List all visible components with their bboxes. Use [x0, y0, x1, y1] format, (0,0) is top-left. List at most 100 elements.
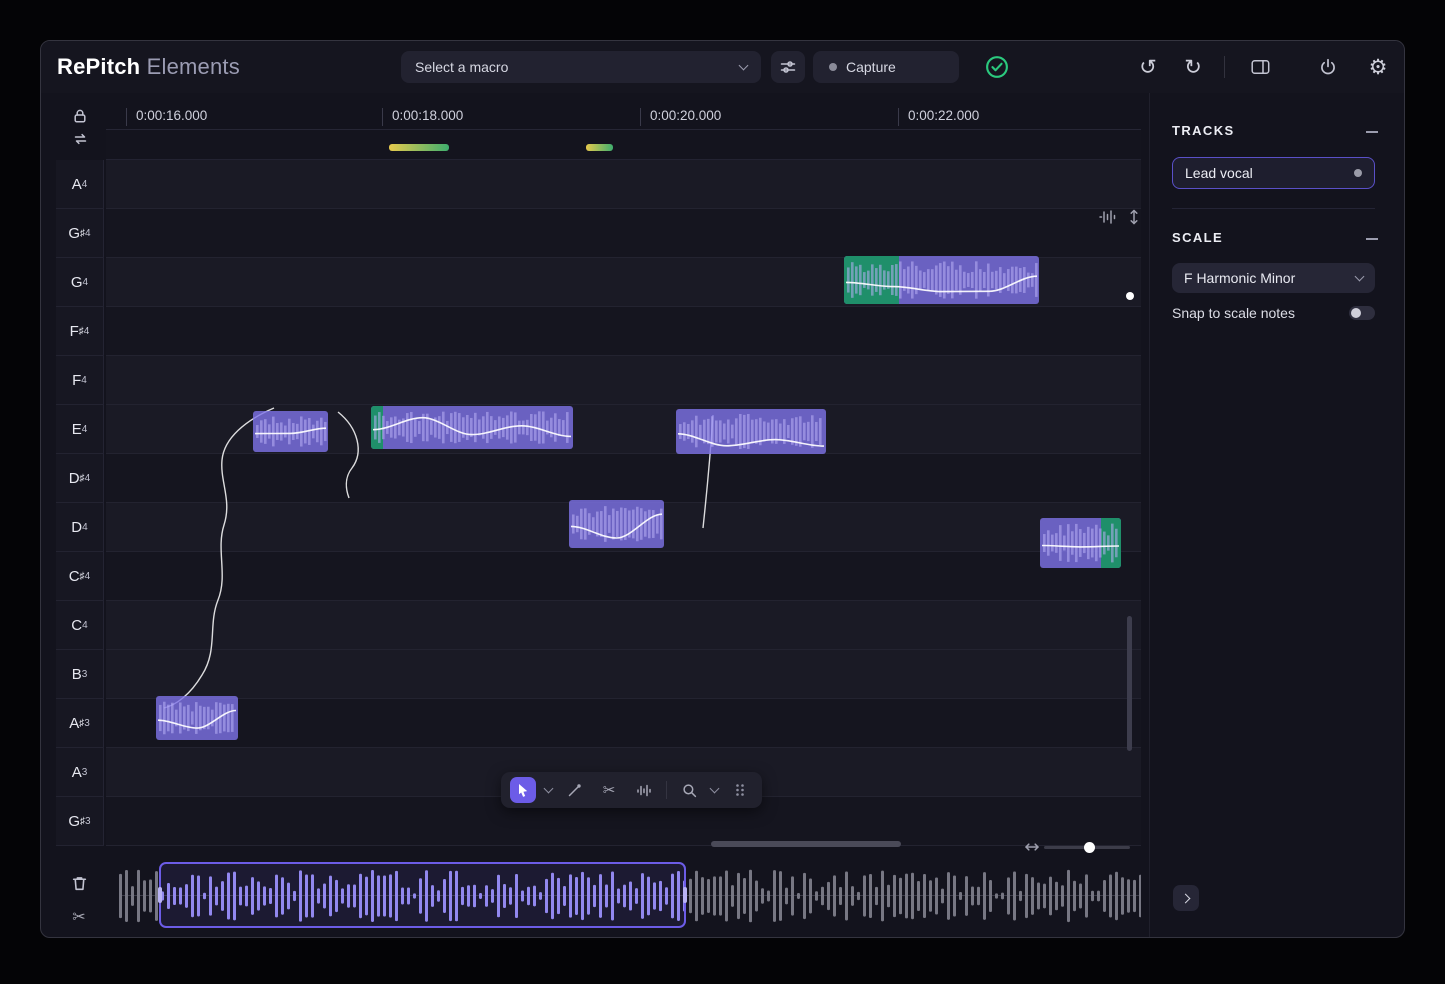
brand-light: Elements [147, 54, 240, 79]
trim-button[interactable]: ✂ [67, 905, 91, 929]
cursor-icon [516, 783, 530, 798]
draw-tool-button[interactable] [561, 777, 587, 803]
track-active-dot[interactable] [1354, 169, 1362, 177]
pitch-row-Ds4 [106, 454, 1141, 503]
pitch-label: C4 [56, 601, 104, 650]
note-waveform [569, 500, 664, 548]
pitch-row-F4 [106, 356, 1141, 405]
lock-icon[interactable] [72, 108, 88, 124]
capture-label: Capture [846, 59, 896, 75]
pitch-label: G4 [56, 258, 104, 307]
offscreen-note-marker[interactable] [586, 144, 613, 151]
note-G4[interactable] [844, 256, 1039, 304]
tool-chevron-icon[interactable] [544, 784, 554, 794]
sidebar-expand-button[interactable] [1173, 885, 1199, 911]
vibrato-tool-button[interactable] [631, 777, 657, 803]
redo-button[interactable]: ↻ [1180, 54, 1206, 80]
undo-button[interactable]: ↺ [1135, 54, 1161, 80]
sliders-icon [780, 59, 796, 75]
panel-layout-button[interactable] [1247, 54, 1273, 80]
ruler-tick [382, 108, 383, 126]
capture-button[interactable]: Capture [813, 51, 959, 83]
scale-dropdown-label: F Harmonic Minor [1184, 270, 1295, 286]
macro-dropdown-label: Select a macro [415, 59, 508, 75]
scale-header: SCALE [1172, 230, 1223, 245]
pitch-row-Gs4 [106, 209, 1141, 258]
overview-selection[interactable] [159, 862, 686, 928]
note-E4[interactable] [253, 411, 328, 452]
vertical-scrollbar[interactable] [1127, 164, 1132, 844]
toolbar-separator [666, 781, 667, 799]
app-logo: RePitch Elements [57, 41, 240, 93]
selection-right-handle[interactable] [683, 887, 687, 903]
note-A#3[interactable] [156, 696, 238, 740]
scale-collapse-button[interactable] [1366, 238, 1378, 240]
delete-button[interactable] [67, 871, 91, 895]
vertical-scroll-thumb[interactable] [1127, 616, 1132, 751]
pitch-label: G♯4 [56, 209, 104, 258]
wave-tool-indicator-icon[interactable] [1098, 208, 1118, 226]
pitch-label: G♯3 [56, 797, 104, 846]
cut-icon: ✂ [72, 907, 85, 927]
select-tool-button[interactable] [510, 777, 536, 803]
scale-dropdown[interactable]: F Harmonic Minor [1172, 263, 1375, 293]
scissors-icon: ✂ [603, 781, 616, 799]
snap-to-scale-row: Snap to scale notes [1172, 303, 1375, 323]
columns-icon [1251, 59, 1270, 75]
pitch-row-Cs4 [106, 552, 1141, 601]
selection-left-handle[interactable] [158, 887, 162, 903]
redo-icon: ↻ [1184, 55, 1202, 80]
note-waveform [156, 696, 238, 740]
cut-tool-button[interactable]: ✂ [596, 777, 622, 803]
note-E4[interactable] [371, 406, 573, 449]
settings-button[interactable]: ⚙ [1365, 54, 1391, 80]
vibrato-icon [636, 783, 652, 798]
macro-dropdown[interactable]: Select a macro [401, 51, 761, 83]
header-bar: RePitch Elements Select a macro Capture … [41, 41, 1404, 93]
chevron-down-icon [1355, 272, 1365, 282]
sidebar-divider [1172, 208, 1375, 209]
scroll-position-dot[interactable] [1126, 292, 1134, 300]
note-D4[interactable] [569, 500, 664, 548]
zoom-slider[interactable] [1044, 846, 1130, 849]
zoom-tool-chevron-icon[interactable] [710, 784, 720, 794]
pitch-label: E4 [56, 405, 104, 454]
track-label: Lead vocal [1185, 165, 1253, 181]
note-waveform [844, 256, 1039, 304]
note-D4[interactable] [1040, 518, 1121, 568]
pitch-labels: A4G♯4G4F♯4F4E4D♯4D4C♯4C4B3A♯3A3G♯3 [56, 160, 104, 846]
offscreen-note-marker[interactable] [389, 144, 449, 151]
pitch-label: A3 [56, 748, 104, 797]
horizontal-scrollbar[interactable] [711, 841, 901, 847]
power-button[interactable] [1315, 54, 1341, 80]
ruler-tick [640, 108, 641, 126]
snap-toggle[interactable] [1349, 306, 1375, 320]
snap-toggle-knob [1351, 308, 1361, 318]
pitch-row-A4 [106, 160, 1141, 209]
timeline-label: 0:00:18.000 [392, 108, 463, 123]
track-item-lead-vocal[interactable]: Lead vocal [1172, 157, 1375, 189]
macro-settings-button[interactable] [771, 51, 805, 83]
note-waveform [676, 409, 826, 454]
pitch-label: B3 [56, 650, 104, 699]
toolbar-drag-handle[interactable] [727, 777, 753, 803]
note-E4[interactable] [676, 409, 826, 454]
gear-icon: ⚙ [1369, 55, 1388, 80]
chevron-down-icon [739, 61, 749, 71]
timeline-ruler[interactable]: 0:00:16.0000:00:18.0000:00:20.0000:00:22… [106, 104, 1141, 130]
timeline-label: 0:00:20.000 [650, 108, 721, 123]
tracks-collapse-button[interactable] [1366, 131, 1378, 133]
zoom-slider-knob[interactable] [1084, 842, 1095, 853]
right-sidebar: TRACKS Lead vocal SCALE F Harmonic Minor… [1149, 93, 1405, 938]
note-waveform [1040, 518, 1121, 568]
zoom-tool-button[interactable] [676, 777, 702, 803]
pitch-row-C4 [106, 601, 1141, 650]
header-separator [1224, 56, 1225, 78]
audio-overview[interactable] [119, 861, 1141, 931]
zoom-fit-icon[interactable] [1024, 839, 1040, 855]
loop-icon[interactable] [72, 132, 89, 146]
capture-ok-icon[interactable] [985, 55, 1009, 79]
pitch-label: A♯3 [56, 699, 104, 748]
offscreen-note-strip [106, 130, 1141, 160]
edit-toolbar: ✂ [501, 772, 762, 808]
